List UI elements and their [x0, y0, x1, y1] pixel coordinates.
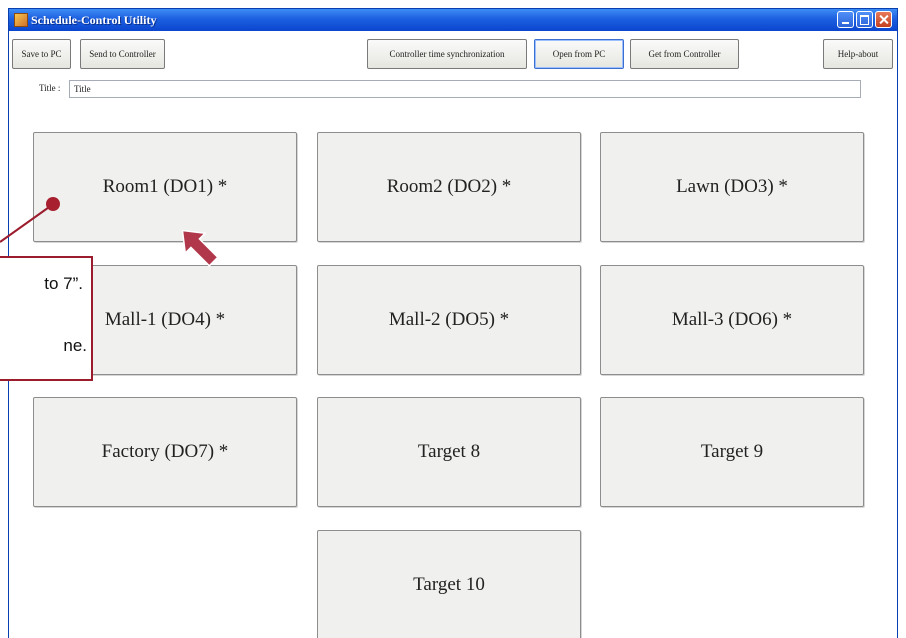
target-button-1[interactable]: Room1 (DO1) *	[33, 132, 297, 242]
target-button-10[interactable]: Target 10	[317, 530, 581, 638]
callout-text-line-1: to 7”.	[44, 274, 83, 293]
target-button-5[interactable]: Mall-2 (DO5) *	[317, 265, 581, 375]
callout-text-line-2: ne.	[63, 336, 87, 355]
send-to-controller-button[interactable]: Send to Controller	[80, 39, 165, 69]
target-button-2[interactable]: Room2 (DO2) *	[317, 132, 581, 242]
target-button-8[interactable]: Target 8	[317, 397, 581, 507]
app-window: Schedule-Control Utility Save to PC Send…	[8, 8, 898, 638]
app-icon	[14, 13, 28, 27]
minimize-button[interactable]	[837, 11, 854, 28]
get-from-controller-button[interactable]: Get from Controller	[630, 39, 739, 69]
target-button-9[interactable]: Target 9	[600, 397, 864, 507]
target-button-7[interactable]: Factory (DO7) *	[33, 397, 297, 507]
maximize-button[interactable]	[856, 11, 873, 28]
help-about-button[interactable]: Help-about	[823, 39, 893, 69]
title-label: Title :	[39, 83, 61, 93]
title-bar[interactable]: Schedule-Control Utility	[9, 9, 897, 31]
time-sync-button[interactable]: Controller time synchronization	[367, 39, 527, 69]
target-button-6[interactable]: Mall-3 (DO6) *	[600, 265, 864, 375]
window-title: Schedule-Control Utility	[31, 13, 157, 27]
close-button[interactable]	[875, 11, 892, 28]
annotation-callout: to 7”. ne.	[0, 256, 93, 381]
title-input[interactable]	[69, 80, 861, 98]
save-to-pc-button[interactable]: Save to PC	[12, 39, 71, 69]
open-from-pc-button[interactable]: Open from PC	[534, 39, 624, 69]
target-button-3[interactable]: Lawn (DO3) *	[600, 132, 864, 242]
